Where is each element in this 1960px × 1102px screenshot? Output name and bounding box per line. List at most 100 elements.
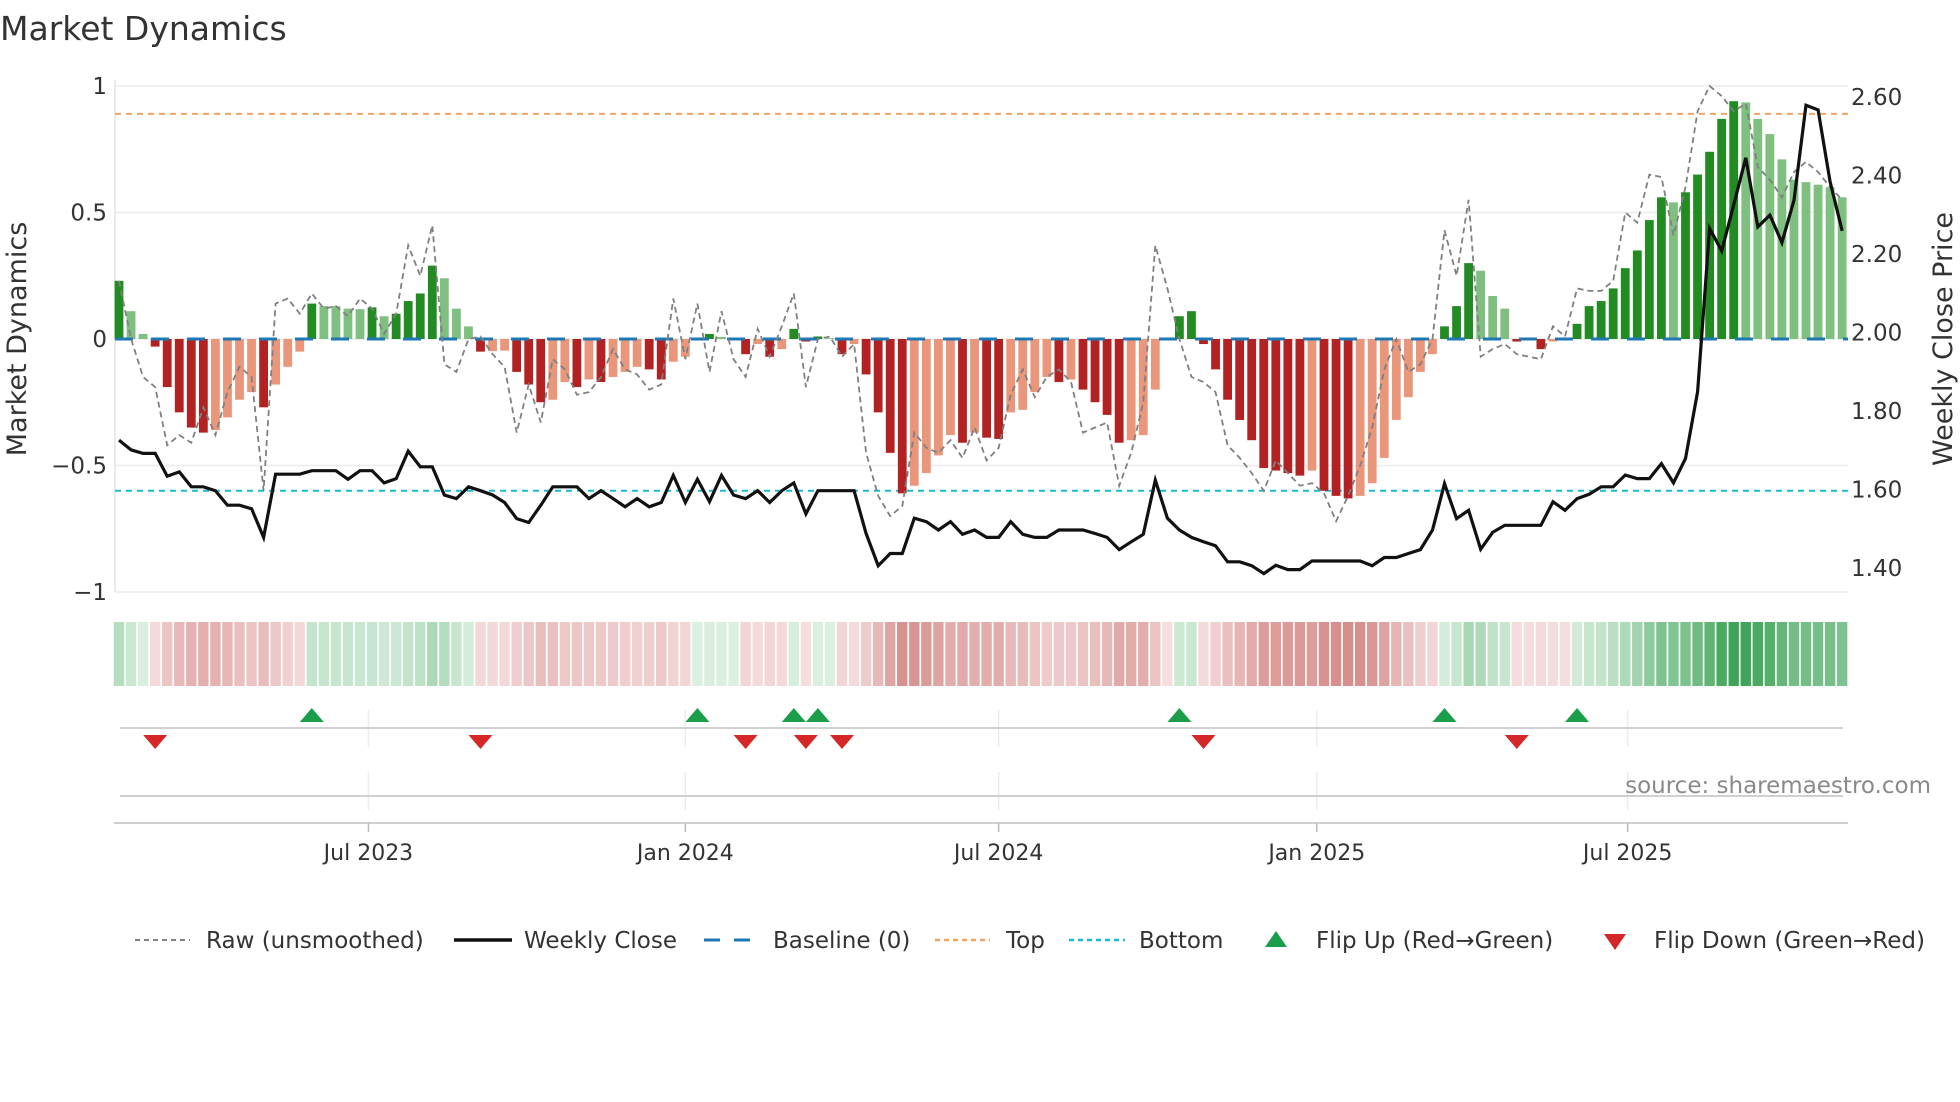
bar [608, 339, 618, 377]
heat-strip-cell [1680, 622, 1691, 686]
heat-strip-cell [1270, 622, 1281, 686]
bar [1187, 311, 1196, 339]
bar [500, 339, 509, 351]
heat-strip-cell [1367, 622, 1378, 686]
bar [921, 339, 931, 474]
bar [825, 338, 835, 339]
heat-strip-cell [1101, 622, 1113, 686]
bar [512, 339, 522, 372]
bar [946, 339, 955, 436]
heat-strip-cell [1547, 622, 1559, 686]
x-tick-label: Jan 2025 [1266, 841, 1365, 866]
heat-strip-cell [1559, 622, 1571, 686]
heat-strip-cell [607, 622, 619, 686]
heat-strip-cell [945, 622, 956, 686]
legend-bottom-label: Bottom [1139, 928, 1223, 954]
bar [982, 339, 991, 438]
heat-strip-cell [523, 622, 534, 686]
heat-strip-cell [595, 622, 607, 686]
heat-strip-cell [1752, 622, 1763, 686]
heat-strip-cell [1620, 622, 1631, 686]
bar [1403, 339, 1413, 398]
heat-strip-cell [1415, 622, 1426, 686]
heat-strip-cell [1427, 622, 1438, 686]
bar [391, 313, 401, 339]
y-tick-label: −0.5 [51, 454, 107, 480]
legend-close-label: Weekly Close [524, 928, 677, 954]
heat-strip-cell [1836, 622, 1848, 686]
bar [1620, 268, 1630, 339]
heat-strip-cell [1535, 622, 1547, 686]
heat-strip-cell [1439, 622, 1450, 686]
bar [1717, 118, 1727, 339]
bar [1114, 339, 1124, 443]
heat-strip-cell [511, 622, 522, 686]
heat-strip-cell [1583, 622, 1595, 686]
bar [1295, 339, 1305, 476]
heat-strip-cell [174, 622, 185, 686]
bar [1150, 339, 1160, 390]
legend-flip-down-label: Flip Down (Green→Red) [1654, 928, 1925, 954]
heat-strip-cell [1162, 622, 1173, 686]
bar [885, 339, 895, 453]
heat-strip-cell [969, 622, 980, 686]
heat-strip-cell [1644, 622, 1655, 686]
heat-strip-cell [463, 622, 474, 686]
y2-tick-label: 1.60 [1851, 478, 1902, 504]
heat-strip-cell [1379, 622, 1390, 686]
bar [1066, 339, 1076, 380]
heat-strip-cell [1764, 622, 1776, 686]
heat-strip-cell [752, 622, 763, 686]
bar [1283, 339, 1293, 474]
heat-strip-cell [1403, 622, 1414, 686]
smoothed-bars [114, 101, 1847, 499]
heat-strip-cell [1668, 622, 1679, 686]
heat-strip-cell [692, 622, 703, 686]
bar [668, 339, 678, 362]
bar [1644, 220, 1654, 339]
y-tick-label: 0.5 [70, 201, 107, 227]
heat-strip-cell [836, 622, 848, 686]
bar [1464, 263, 1473, 339]
heat-strip-cell [728, 622, 739, 686]
heat-strip-cell [1475, 622, 1486, 686]
heat-strip-cell [1005, 622, 1016, 686]
heat-strip-cell [342, 622, 354, 686]
heat-strip-cell [1294, 622, 1306, 686]
bar [536, 339, 546, 403]
heat-strip-cell [656, 622, 667, 686]
y2-axis-ticks: 2.60 2.40 2.20 2.00 1.80 1.60 1.40 [1851, 85, 1902, 582]
bar [427, 265, 437, 339]
bar [247, 339, 256, 393]
heat-strip-cell [1354, 622, 1366, 686]
bar [403, 301, 413, 339]
y2-tick-label: 2.00 [1851, 321, 1902, 347]
heat-strip-cell [1788, 622, 1800, 686]
x-tick-label: Jul 2023 [322, 841, 414, 866]
bar [211, 339, 220, 431]
bar [1693, 174, 1702, 339]
heat-strip-cell [1330, 622, 1342, 686]
bar [1440, 326, 1449, 339]
legend: Raw (unsmoothed) Weekly Close Baseline (… [135, 928, 1925, 954]
heat-strip-cell [415, 622, 426, 686]
legend-flip-up-icon [1265, 931, 1287, 947]
heat-strip-cell [993, 622, 1004, 686]
bar [861, 339, 871, 375]
y2-tick-label: 1.80 [1851, 399, 1902, 425]
heat-strip-cell [1800, 622, 1812, 686]
heat-strip-cell [1150, 622, 1161, 686]
y2-tick-label: 2.40 [1851, 164, 1902, 190]
bar [1801, 182, 1811, 339]
bar [1391, 339, 1401, 420]
flip-up-marker [1167, 708, 1192, 722]
bar [114, 280, 124, 339]
heat-strip-cell [258, 622, 269, 686]
bar [259, 339, 268, 408]
heat-strip-cell [1728, 622, 1739, 686]
heat-strip-cell [318, 622, 330, 686]
flip-up-marker [299, 708, 324, 722]
heat-strip-cell [1198, 622, 1209, 686]
bar [994, 339, 1004, 439]
heat-strip-cell [547, 622, 558, 686]
